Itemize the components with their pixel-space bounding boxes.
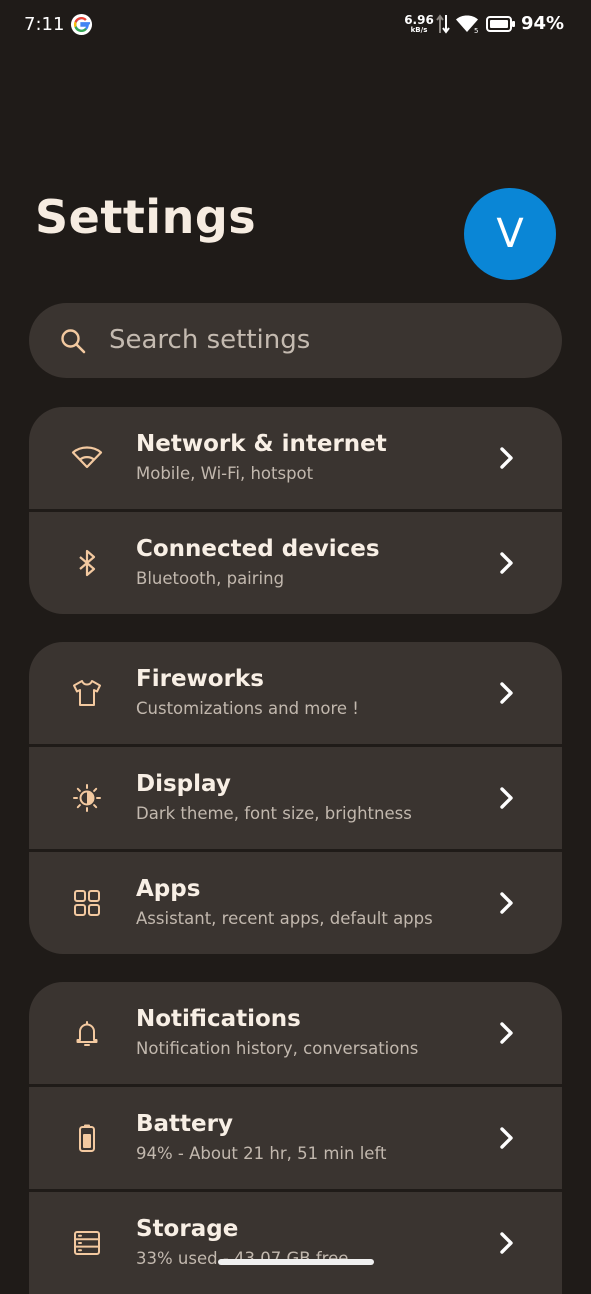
settings-item-display[interactable]: Display Dark theme, font size, brightnes… — [29, 747, 562, 849]
wifi-icon — [71, 446, 103, 469]
avatar-letter: V — [496, 211, 524, 257]
chevron-right-icon — [500, 682, 513, 704]
battery-status-icon — [486, 16, 515, 32]
storage-icon — [74, 1231, 100, 1255]
settings-item-notifications[interactable]: Notifications Notification history, conv… — [29, 982, 562, 1084]
row-subtitle: Mobile, Wi-Fi, hotspot — [136, 464, 314, 483]
row-subtitle: Bluetooth, pairing — [136, 569, 285, 588]
row-title: Display — [136, 771, 231, 797]
settings-group-system: Notifications Notification history, conv… — [29, 982, 562, 1294]
row-title: Fireworks — [136, 666, 264, 692]
net-speed-unit: kB/s — [410, 26, 428, 34]
google-icon — [70, 13, 93, 36]
gesture-home-indicator[interactable] — [218, 1259, 374, 1265]
search-placeholder: Search settings — [109, 325, 311, 355]
network-speed: 6.96 kB/s — [404, 14, 434, 35]
tshirt-icon — [73, 680, 101, 706]
settings-item-battery[interactable]: Battery 94% - About 21 hr, 51 min left — [29, 1087, 562, 1189]
row-title: Network & internet — [136, 431, 387, 457]
settings-item-connected-devices[interactable]: Connected devices Bluetooth, pairing — [29, 512, 562, 614]
brightness-icon — [73, 784, 101, 812]
battery-percent: 94% — [521, 13, 565, 34]
row-title: Apps — [136, 876, 201, 902]
search-bar[interactable]: Search settings — [29, 303, 562, 378]
search-icon — [61, 329, 86, 354]
data-transfer-icon — [436, 14, 450, 34]
settings-item-network[interactable]: Network & internet Mobile, Wi-Fi, hotspo… — [29, 407, 562, 509]
row-subtitle: Notification history, conversations — [136, 1039, 419, 1058]
row-title: Storage — [136, 1216, 239, 1242]
settings-group-personalization: Fireworks Customizations and more ! Disp… — [29, 642, 562, 954]
wifi-signal-icon: 5 — [456, 15, 478, 34]
bluetooth-icon — [79, 549, 96, 577]
svg-text:5: 5 — [474, 27, 478, 34]
settings-item-apps[interactable]: Apps Assistant, recent apps, default app… — [29, 852, 562, 954]
chevron-right-icon — [500, 1232, 513, 1254]
settings-item-storage[interactable]: Storage 33% used - 43.07 GB free — [29, 1192, 562, 1294]
page-title: Settings — [35, 190, 257, 244]
chevron-right-icon — [500, 552, 513, 574]
apps-grid-icon — [74, 890, 100, 916]
row-subtitle: Assistant, recent apps, default apps — [136, 909, 433, 928]
row-title: Connected devices — [136, 536, 380, 562]
chevron-right-icon — [500, 787, 513, 809]
settings-item-fireworks[interactable]: Fireworks Customizations and more ! — [29, 642, 562, 744]
row-subtitle: Customizations and more ! — [136, 699, 359, 718]
chevron-right-icon — [500, 892, 513, 914]
row-title: Battery — [136, 1111, 233, 1137]
status-bar: 7:11 6.96 kB/s 5 94% — [0, 0, 591, 50]
account-avatar[interactable]: V — [464, 188, 556, 280]
status-time: 7:11 — [24, 14, 65, 35]
chevron-right-icon — [500, 1127, 513, 1149]
row-subtitle: 94% - About 21 hr, 51 min left — [136, 1144, 387, 1163]
chevron-right-icon — [500, 1022, 513, 1044]
settings-group-connectivity: Network & internet Mobile, Wi-Fi, hotspo… — [29, 407, 562, 614]
bell-icon — [76, 1021, 98, 1046]
chevron-right-icon — [500, 447, 513, 469]
net-speed-value: 6.96 — [404, 13, 434, 27]
row-subtitle: Dark theme, font size, brightness — [136, 804, 412, 823]
row-title: Notifications — [136, 1006, 301, 1032]
battery-icon — [79, 1124, 95, 1152]
